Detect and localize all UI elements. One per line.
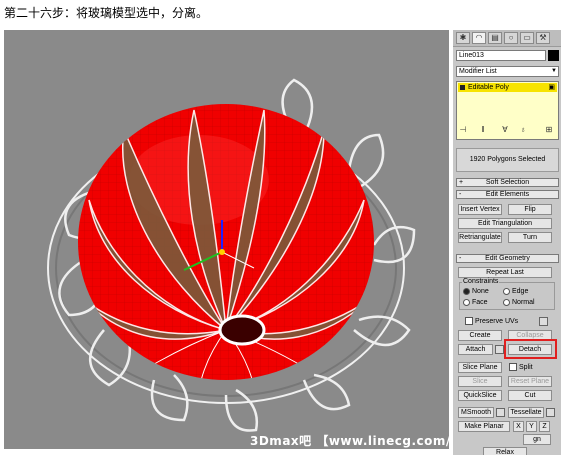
split-checkbox[interactable]: Split bbox=[509, 363, 533, 372]
modifier-list-dropdown[interactable]: Modifier List ▼ bbox=[456, 66, 559, 77]
glass-lamp-model[interactable] bbox=[4, 30, 449, 449]
tessellate-settings-icon[interactable] bbox=[546, 408, 555, 417]
configure-sets-icon[interactable]: ⊞ bbox=[544, 125, 554, 135]
radio-label: None bbox=[472, 288, 489, 295]
minus-icon: - bbox=[459, 191, 462, 198]
plus-icon: + bbox=[459, 179, 464, 186]
reset-plane-button[interactable]: Reset Plane bbox=[508, 376, 552, 387]
selection-status: 1920 Polygons Selected bbox=[456, 148, 559, 172]
radio-label: Normal bbox=[512, 299, 535, 306]
rollout-edit-geometry[interactable]: - Edit Geometry bbox=[456, 254, 559, 263]
stack-tools: ⊣ ‖ ∀ ♁ ⊞ bbox=[456, 125, 559, 137]
bottom-opening bbox=[218, 314, 266, 346]
radio-label: Edge bbox=[512, 288, 529, 295]
rollout-edit-elements[interactable]: - Edit Elements bbox=[456, 190, 559, 199]
checkbox-label: Preserve UVs bbox=[475, 318, 519, 325]
edit-triangulation-button[interactable]: Edit Triangulation bbox=[458, 218, 552, 229]
msmooth-settings-icon[interactable] bbox=[496, 408, 505, 417]
display-tab-icon[interactable]: ▭ bbox=[520, 32, 534, 44]
msmooth-button[interactable]: MSmooth bbox=[458, 407, 494, 418]
step-caption: 第二十六步：将玻璃模型选中，分离。 bbox=[4, 6, 209, 20]
constraint-normal-radio[interactable]: Normal bbox=[503, 298, 535, 307]
preserve-uvs-settings-icon[interactable] bbox=[539, 317, 548, 326]
make-planar-button[interactable]: Make Planar bbox=[458, 421, 510, 432]
planar-z-button[interactable]: Z bbox=[539, 421, 550, 432]
poly-icon bbox=[460, 85, 465, 90]
constraints-label: Constraints bbox=[462, 278, 500, 285]
minus-icon: - bbox=[459, 255, 462, 262]
attach-button[interactable]: Attach bbox=[458, 344, 493, 355]
modifier-list-label: Modifier List bbox=[459, 68, 497, 75]
slice-button[interactable]: Slice bbox=[458, 376, 502, 387]
align-button[interactable]: gn bbox=[523, 434, 551, 445]
command-panel: ✱ ◠ ▤ ○ ▭ ⚒ Line013 Modifier List ▼ Edit… bbox=[453, 30, 561, 455]
repeat-last-button[interactable]: Repeat Last bbox=[458, 267, 552, 278]
viewport-perspective[interactable] bbox=[4, 30, 449, 449]
preserve-uvs-checkbox[interactable]: Preserve UVs bbox=[465, 317, 518, 326]
tessellate-button[interactable]: Tessellate bbox=[508, 407, 544, 418]
checkbox-label: Split bbox=[519, 364, 533, 371]
constraint-face-radio[interactable]: Face bbox=[463, 298, 488, 307]
utilities-tab-icon[interactable]: ⚒ bbox=[536, 32, 550, 44]
insert-vertex-button[interactable]: Insert Vertex bbox=[458, 204, 502, 215]
radio-label: Face bbox=[472, 299, 488, 306]
cut-button[interactable]: Cut bbox=[508, 390, 552, 401]
rollout-soft-selection[interactable]: + Soft Selection bbox=[456, 178, 559, 187]
panel-tab-bar: ✱ ◠ ▤ ○ ▭ ⚒ bbox=[453, 30, 561, 47]
motion-tab-icon[interactable]: ○ bbox=[504, 32, 518, 44]
pin-stack-icon[interactable]: ⊣ bbox=[458, 125, 468, 135]
show-end-result-icon[interactable]: ‖ bbox=[478, 125, 488, 135]
rollout-label: Edit Elements bbox=[485, 191, 530, 198]
constraint-edge-radio[interactable]: Edge bbox=[503, 287, 528, 296]
planar-x-button[interactable]: X bbox=[513, 421, 524, 432]
quickslice-button[interactable]: QuickSlice bbox=[458, 390, 502, 401]
relax-button[interactable]: Relax bbox=[483, 447, 527, 455]
make-unique-icon[interactable]: ∀ bbox=[500, 125, 510, 135]
object-color-swatch[interactable] bbox=[548, 50, 559, 61]
slice-plane-button[interactable]: Slice Plane bbox=[458, 362, 502, 373]
stack-item-label: Editable Poly bbox=[468, 84, 509, 91]
planar-y-button[interactable]: Y bbox=[526, 421, 537, 432]
remove-modifier-icon[interactable]: ♁ bbox=[518, 125, 528, 135]
object-name-field[interactable]: Line013 bbox=[456, 50, 546, 61]
flip-button[interactable]: Flip bbox=[508, 204, 552, 215]
stack-item-editable-poly[interactable]: Editable Poly ▣ bbox=[458, 83, 557, 92]
create-button[interactable]: Create bbox=[458, 330, 502, 341]
chevron-down-icon: ▼ bbox=[551, 68, 557, 74]
constraint-none-radio[interactable]: None bbox=[463, 287, 489, 296]
attach-list-icon[interactable] bbox=[495, 345, 504, 354]
hierarchy-tab-icon[interactable]: ▤ bbox=[488, 32, 502, 44]
rollout-label: Soft Selection bbox=[485, 179, 530, 186]
detach-highlight-box bbox=[504, 339, 557, 359]
retriangulate-button[interactable]: Retriangulate bbox=[458, 232, 502, 243]
create-tab-icon[interactable]: ✱ bbox=[456, 32, 470, 44]
modify-tab-icon[interactable]: ◠ bbox=[472, 32, 486, 44]
turn-button[interactable]: Turn bbox=[508, 232, 552, 243]
stack-layer-icon: ▣ bbox=[548, 84, 555, 91]
rollout-label: Edit Geometry bbox=[485, 255, 530, 262]
